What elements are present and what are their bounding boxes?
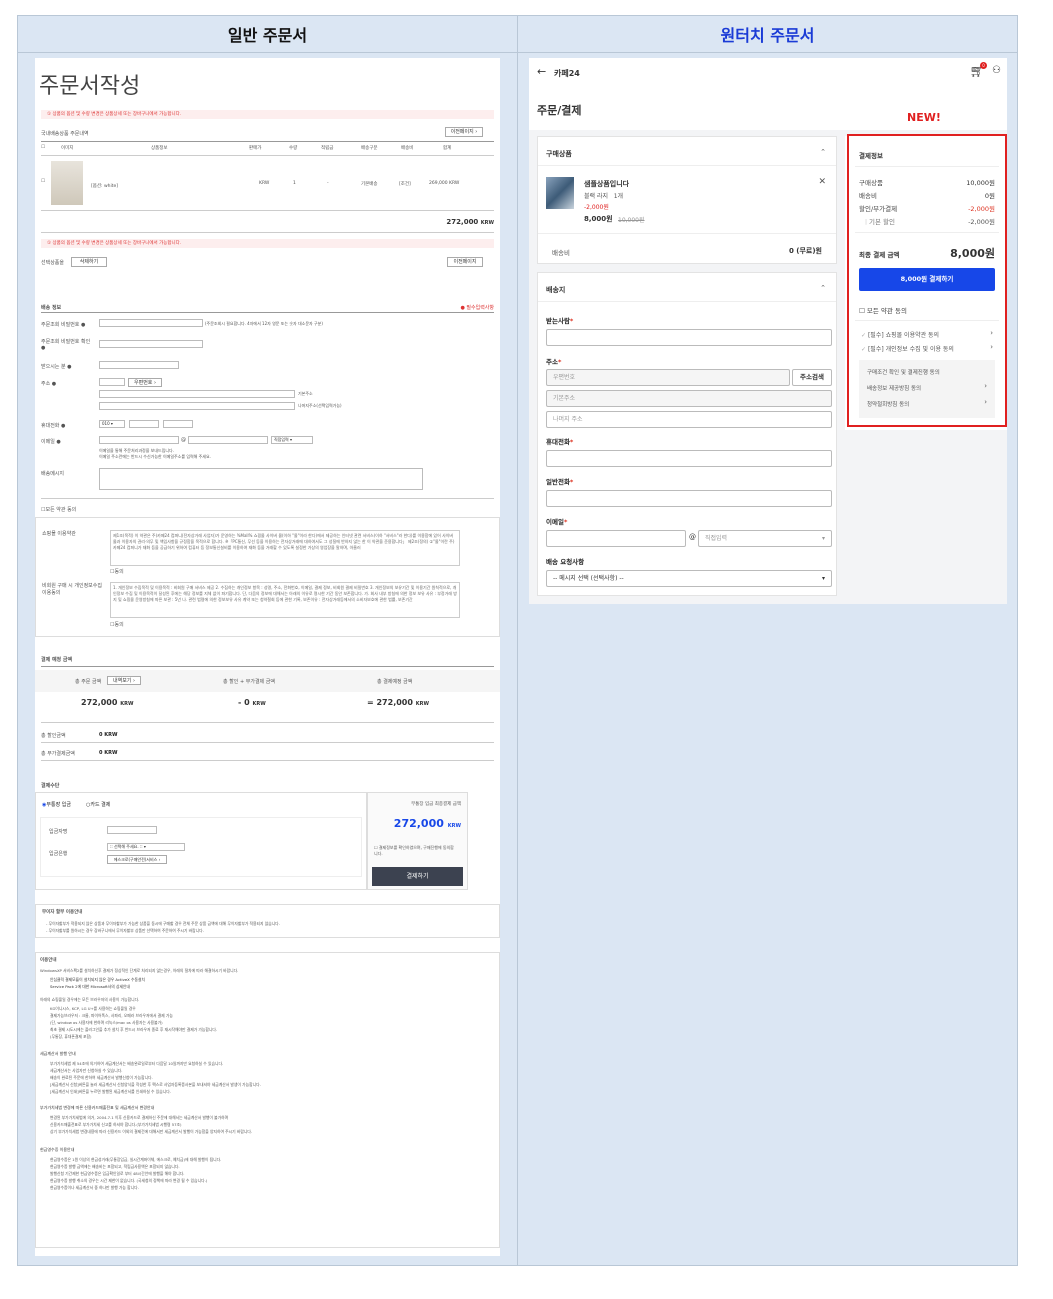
order-password-input[interactable]	[99, 319, 203, 327]
pay-button[interactable]: 8,000원 결제하기	[859, 268, 995, 291]
usage-guide: 이용안내 WindowsXP 서비스팩2를 설치하신후 결제가 정상적인 단계로…	[35, 952, 500, 1248]
comparison-frame: 일반 주문서 원터치 주문서 주문서작성 ① 상품의 옵션 및 수량 변경은 상…	[17, 15, 1018, 1266]
email-domain-input[interactable]	[188, 436, 268, 444]
pay-summary-values: 272,000 KRW - 0 KRW = 272,000 KRW	[81, 698, 429, 707]
table-header: ☐ 이미지 상품정보 판매가 수량 적립금 배송구분 배송비 합계	[41, 145, 452, 151]
left-header: 일반 주문서	[18, 16, 518, 53]
email-id-input[interactable]	[99, 436, 179, 444]
agree-box: 구매조건 확인 및 결제진행 동의 배송정보 제공방침 동의 › 청약철회방침 …	[859, 360, 995, 418]
installment-box: 무이자 할부 이용안내 - 무이자할부가 적용되지 않은 상품과 무이자할부가 …	[35, 904, 500, 938]
table-row: ☐ [옵션: white] KRW 1 - 기본배송 [조건] 269,000 …	[41, 159, 494, 207]
remove-item-icon[interactable]: ✕	[818, 177, 826, 187]
destination-section: 배송지 ⌃ 받는사람* 주소* 우편번호 주소검색 기본주소 나머지 주소 휴대…	[537, 272, 837, 596]
new-badge: NEW!	[907, 111, 941, 124]
delivery-message-textarea[interactable]	[99, 468, 423, 490]
chevron-right-icon[interactable]: ›	[990, 343, 993, 351]
mobile-mid-input[interactable]	[129, 420, 159, 428]
left-pay-button[interactable]: 결제하기	[372, 867, 463, 886]
detail-button[interactable]: 내역보기 ›	[107, 676, 141, 685]
bank-radio[interactable]: ◉무통장 입금	[42, 801, 71, 808]
bank-select[interactable]: :: 선택해 주세요. :: ▾	[107, 843, 185, 851]
address-basic-input[interactable]	[99, 390, 295, 398]
delivery-request-select[interactable]: -- 메시지 선택 (선택사항) -- ▾	[546, 570, 832, 587]
collapse-icon[interactable]: ⌃	[820, 148, 826, 156]
checkout-title: 주문/결제	[537, 104, 582, 117]
prev-button[interactable]: 이전페이지	[447, 257, 483, 267]
card-radio[interactable]: ○카드 결제	[86, 801, 110, 808]
escrow-button[interactable]: 에스크로(구매안전)서비스 ›	[107, 855, 167, 864]
right-pane: ← 카페24 🛒︎ 0 ⚇ 주문/결제 NEW! 구매상품 ⌃ 샘플상품입니다 …	[518, 53, 1017, 1265]
privacy-agree-checkbox[interactable]: ☐동의	[110, 621, 124, 628]
address-search-button[interactable]: 주소검색	[792, 369, 832, 386]
mobile-prefix-select[interactable]: 010 ▾	[99, 420, 125, 428]
final-pay-box: 무통장 입금 최종결제 금액 272,000 KRW ☐ 결제정보를 확인하였으…	[367, 792, 468, 890]
products-section: 구매상품 ⌃ 샘플상품입니다 블랙 라지 1개 -2,000원 8,000원 1…	[537, 136, 837, 264]
subtotal: 272,000 KRW	[446, 218, 494, 226]
address-detail-input[interactable]	[99, 402, 295, 410]
page-title: 주문서작성	[39, 74, 141, 99]
onetouch-card: ← 카페24 🛒︎ 0 ⚇ 주문/결제 NEW! 구매상품 ⌃ 샘플상품입니다 …	[529, 58, 1007, 604]
agree-all-checkbox[interactable]: ☐모든 약관 동의	[41, 506, 76, 513]
address-detail-input[interactable]: 나머지 주소	[546, 411, 832, 428]
terms-section: 쇼핑몰 이용약관 제1조(목적) 이 약관은 주)카페24 컴퍼니(전자상거래 …	[35, 517, 500, 637]
product-image	[546, 177, 574, 209]
domestic-label: 국내배송상품 주문내역	[41, 131, 89, 137]
item-checkbox[interactable]: ☐	[41, 179, 45, 184]
product-thumbnail	[51, 161, 83, 205]
depositor-input[interactable]	[107, 826, 157, 834]
order-form-card: 주문서작성 ① 상품의 옵션 및 수량 변경은 상품상세 또는 장바구니에서 가…	[35, 58, 500, 1256]
receiver-input[interactable]	[546, 329, 832, 346]
agree-privacy-item[interactable]: ✓ [필수] 개인정보 수집 및 이용 동의	[861, 344, 954, 353]
final-amount: 8,000원	[950, 247, 995, 260]
terms-agree-checkbox[interactable]: ☐동의	[110, 568, 124, 575]
payment-info-highlight: 결제정보 구매상품 10,000원 배송비 0원 할인/부가결제 -2,000원…	[847, 134, 1007, 427]
agree-all-checkbox[interactable]: ☐ 모든 약관 동의	[859, 305, 907, 315]
zipcode-input[interactable]	[99, 378, 125, 386]
address-basic-input[interactable]: 기본주소	[546, 390, 832, 407]
chevron-right-icon[interactable]: ›	[990, 329, 993, 337]
email-id-input[interactable]	[546, 530, 686, 547]
user-icon[interactable]: ⚇	[992, 65, 1001, 76]
chevron-right-icon[interactable]: ›	[984, 382, 987, 390]
confirm-checkbox[interactable]: ☐ 결제정보를 확인하였으며, 구매진행에 동의합니다.	[374, 845, 454, 857]
terms-textbox[interactable]: 제1조(목적) 이 약관은 주)카페24 컴퍼니(전자상거래 사업자)가 운영하…	[110, 530, 460, 566]
email-domain-select[interactable]: 직접입력 ▾	[271, 436, 313, 444]
prev-page-button[interactable]: 이전페이지 ›	[445, 127, 483, 137]
product-name: 샘플상품입니다	[584, 180, 630, 188]
collapse-icon[interactable]: ⌃	[820, 284, 826, 292]
pay-method-box: ◉무통장 입금 ○카드 결제 입금자명 입금은행 :: 선택해 주세요. :: …	[35, 792, 367, 890]
receiver-input[interactable]	[99, 361, 179, 369]
delete-button[interactable]: 삭제하기	[71, 257, 107, 267]
store-name: 카페24	[554, 69, 580, 78]
agree-terms-item[interactable]: ✓ [필수] 쇼핑몰 이용약관 동의	[861, 330, 939, 339]
mobile-input[interactable]	[546, 450, 832, 467]
pay-summary-head: 총 주문 금액 내역보기 › 총 할인 + 부가결제 금액 총 결제예정 금액	[35, 670, 500, 692]
zipcode-button[interactable]: 우편번호 ›	[128, 378, 162, 387]
order-password-confirm-input[interactable]	[99, 340, 203, 348]
top-bar: ← 카페24 🛒︎ 0 ⚇	[529, 58, 1007, 88]
back-icon[interactable]: ←	[537, 65, 546, 78]
chevron-right-icon[interactable]: ›	[984, 398, 987, 406]
mobile-last-input[interactable]	[163, 420, 193, 428]
notice-mid: ① 상품의 옵션 및 수량 변경은 상품상세 또는 장바구니에서 가능합니다.	[41, 239, 494, 248]
phone-input[interactable]	[546, 490, 832, 507]
right-header: 원터치 주문서	[518, 16, 1017, 53]
zipcode-input[interactable]: 우편번호	[546, 369, 790, 386]
left-pane: 주문서작성 ① 상품의 옵션 및 수량 변경은 상품상세 또는 장바구니에서 가…	[18, 53, 518, 1265]
privacy-textbox[interactable]: 1. 개인정보 수집목적 및 이용목적 : 비회원 구매 서비스 제공 2. 수…	[110, 582, 460, 618]
notice-top: ① 상품의 옵션 및 수량 변경은 상품상세 또는 장바구니에서 가능합니다.	[41, 110, 494, 119]
cart-badge: 0	[980, 62, 987, 69]
email-domain-select[interactable]: 직접입력 ▾	[698, 530, 832, 547]
